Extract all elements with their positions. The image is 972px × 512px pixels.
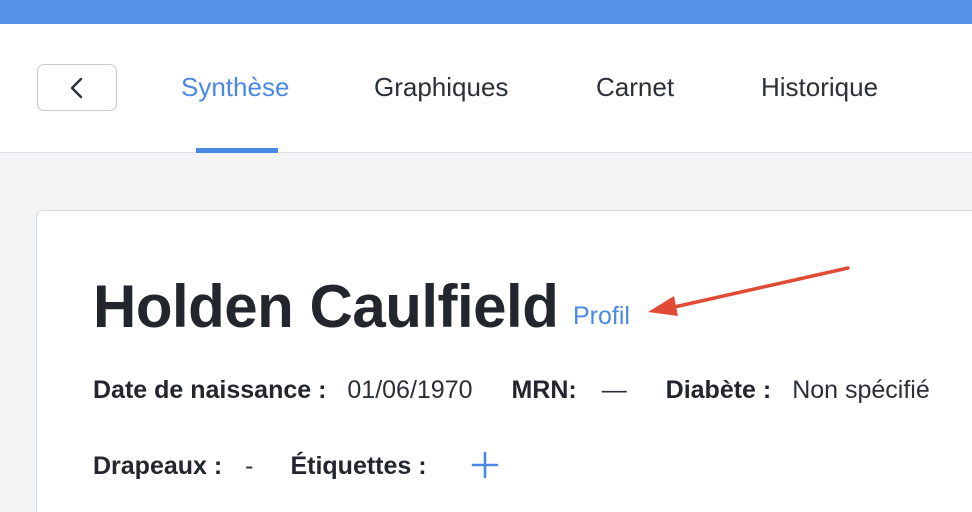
flags-tags-row: Drapeaux : - Étiquettes :: [93, 449, 427, 483]
flags-label: Drapeaux :: [93, 452, 223, 480]
active-tab-indicator: [196, 148, 278, 153]
mrn-label: MRN:: [511, 376, 577, 404]
tab-historique[interactable]: Historique: [761, 71, 878, 103]
flags-value: -: [245, 452, 254, 480]
dob-label: Date de naissance :: [93, 376, 327, 404]
top-bar: [0, 0, 972, 24]
dob-value: 01/06/1970: [347, 376, 473, 404]
patient-summary-card: Holden Caulfield Profil Date de naissanc…: [36, 210, 972, 512]
chevron-left-icon: [70, 77, 83, 98]
patient-name: Holden Caulfield: [93, 273, 559, 340]
tags-label: Étiquettes :: [290, 452, 427, 480]
tab-synthese[interactable]: Synthèse: [181, 71, 289, 103]
profile-link[interactable]: Profil: [573, 300, 630, 332]
tab-carnet[interactable]: Carnet: [596, 71, 674, 103]
add-tag-button[interactable]: [469, 449, 501, 481]
mrn-value: —: [601, 376, 627, 404]
diabetes-label: Diabète :: [665, 376, 772, 404]
plus-icon: [471, 451, 499, 479]
back-button[interactable]: [37, 64, 117, 111]
tab-graphiques[interactable]: Graphiques: [374, 71, 508, 103]
diabetes-value: Non spécifié: [792, 376, 930, 404]
tab-navigation: Synthèse Graphiques Carnet Historique: [0, 24, 972, 153]
patient-info-row: Date de naissance : 01/06/1970 MRN: — Di…: [93, 373, 930, 407]
